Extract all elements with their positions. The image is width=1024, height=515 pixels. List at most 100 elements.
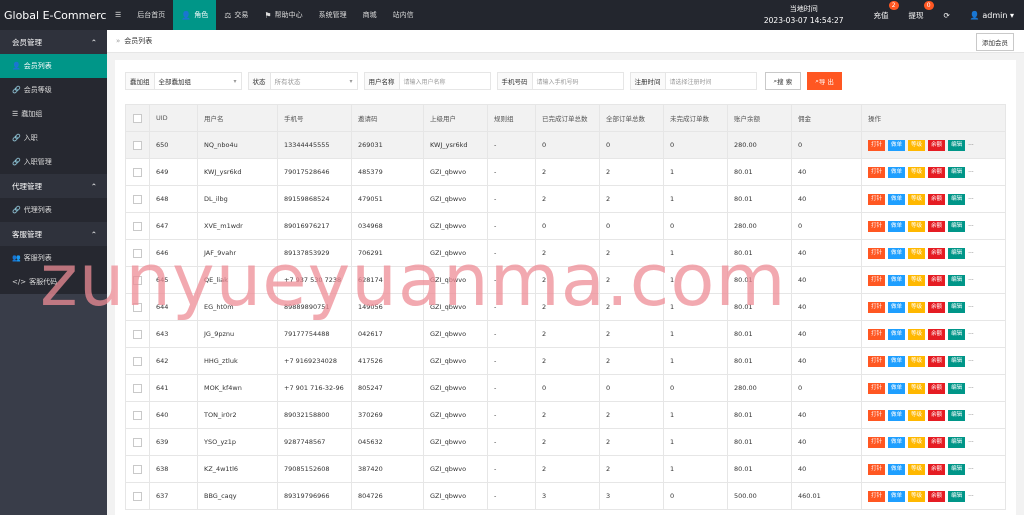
balance-button[interactable]: 余额 (928, 220, 946, 232)
sidebar-item-member-level[interactable]: 🔗 会员等级 (0, 78, 107, 102)
more-icon[interactable]: ··· (968, 385, 974, 392)
level-button[interactable]: 等级 (908, 355, 926, 367)
level-button[interactable]: 等级 (908, 274, 926, 286)
select-all-checkbox[interactable] (125, 104, 150, 132)
make-order-button[interactable]: 做单 (888, 355, 906, 367)
more-icon[interactable]: ··· (968, 304, 974, 311)
column-header[interactable]: UID (149, 104, 198, 132)
more-icon[interactable]: ··· (968, 223, 974, 230)
row-checkbox[interactable] (133, 383, 142, 393)
edit-button[interactable]: 编辑 (948, 382, 966, 394)
make-order-button[interactable]: 做单 (888, 274, 906, 286)
row-checkbox[interactable] (133, 464, 142, 474)
more-icon[interactable]: ··· (968, 358, 974, 365)
make-order-button[interactable]: 做单 (888, 193, 906, 205)
edit-button[interactable]: 编辑 (948, 490, 966, 502)
level-button[interactable]: 等级 (908, 139, 926, 151)
row-checkbox[interactable] (133, 248, 142, 258)
level-button[interactable]: 等级 (908, 301, 926, 313)
sidebar-item-stack-group[interactable]: ☰ 蠢加组 (0, 102, 107, 126)
nav-inbox[interactable]: 站内信 (385, 0, 422, 30)
row-checkbox[interactable] (133, 167, 142, 177)
balance-button[interactable]: 余额 (928, 409, 946, 421)
column-header[interactable]: 已完成订单总数 (535, 104, 600, 132)
edit-button[interactable]: 编辑 (948, 220, 966, 232)
more-icon[interactable]: ··· (968, 412, 974, 419)
sidebar-group-support[interactable]: 客服管理 ⌃ (0, 222, 107, 246)
balance-button[interactable]: 余额 (928, 193, 946, 205)
export-button[interactable]: ⌕ 导 出 (807, 72, 842, 90)
inject-button[interactable]: 打针 (868, 490, 886, 502)
level-button[interactable]: 等级 (908, 193, 926, 205)
edit-button[interactable]: 编辑 (948, 139, 966, 151)
edit-button[interactable]: 编辑 (948, 301, 966, 313)
search-button[interactable]: ⌕ 搜 索 (764, 72, 802, 90)
column-header[interactable]: 账户余额 (727, 104, 792, 132)
username-input[interactable]: 请输入用户名称 (400, 73, 490, 89)
balance-button[interactable]: 余额 (928, 490, 946, 502)
balance-button[interactable]: 余额 (928, 463, 946, 475)
make-order-button[interactable]: 做单 (888, 382, 906, 394)
more-icon[interactable]: ··· (968, 169, 974, 176)
nav-home[interactable]: 后台首页 (129, 0, 173, 30)
inject-button[interactable]: 打针 (868, 355, 886, 367)
withdraw-link[interactable]: 提现 0 (899, 0, 934, 21)
inject-button[interactable]: 打针 (868, 301, 886, 313)
row-checkbox[interactable] (133, 194, 142, 204)
sidebar-item-onboard-manage[interactable]: 🔗 入职管理 (0, 150, 107, 174)
edit-button[interactable]: 编辑 (948, 193, 966, 205)
group-select[interactable]: 全部蠢加组 ▾ (155, 73, 241, 89)
inject-button[interactable]: 打针 (868, 139, 886, 151)
inject-button[interactable]: 打针 (868, 436, 886, 448)
more-icon[interactable]: ··· (968, 277, 974, 284)
row-checkbox[interactable] (133, 221, 142, 231)
sidebar-group-agent[interactable]: 代理管理 ⌃ (0, 174, 107, 198)
phone-input[interactable]: 请输入手机号码 (533, 73, 623, 89)
make-order-button[interactable]: 做单 (888, 409, 906, 421)
sidebar-group-member[interactable]: 会员管理 ⌃ (0, 30, 107, 54)
edit-button[interactable]: 编辑 (948, 274, 966, 286)
recharge-link[interactable]: 充值 2 (864, 0, 899, 21)
balance-button[interactable]: 余额 (928, 274, 946, 286)
column-header[interactable]: 用户名 (197, 104, 278, 132)
sidebar-item-support-list[interactable]: 👥 客服列表 (0, 246, 107, 270)
checkbox[interactable] (133, 113, 142, 123)
make-order-button[interactable]: 做单 (888, 463, 906, 475)
refresh-icon[interactable]: ⟳ (934, 11, 960, 20)
make-order-button[interactable]: 做单 (888, 139, 906, 151)
level-button[interactable]: 等级 (908, 247, 926, 259)
column-header[interactable]: 未完成订单数 (663, 104, 728, 132)
balance-button[interactable]: 余额 (928, 355, 946, 367)
row-checkbox[interactable] (133, 302, 142, 312)
level-button[interactable]: 等级 (908, 463, 926, 475)
user-menu[interactable]: 👤 admin ▾ (960, 11, 1024, 20)
level-button[interactable]: 等级 (908, 382, 926, 394)
edit-button[interactable]: 编辑 (948, 355, 966, 367)
nav-role[interactable]: 👤 角色 (173, 0, 217, 30)
column-header[interactable]: 规则组 (487, 104, 536, 132)
inject-button[interactable]: 打针 (868, 382, 886, 394)
inject-button[interactable]: 打针 (868, 166, 886, 178)
row-checkbox[interactable] (133, 356, 142, 366)
level-button[interactable]: 等级 (908, 166, 926, 178)
status-select[interactable]: 所有状态 ▾ (271, 73, 357, 89)
add-member-button[interactable]: 添加会员 (976, 33, 1014, 51)
column-header[interactable]: 佣金 (791, 104, 862, 132)
make-order-button[interactable]: 做单 (888, 166, 906, 178)
balance-button[interactable]: 余额 (928, 301, 946, 313)
make-order-button[interactable]: 做单 (888, 220, 906, 232)
menu-toggle-icon[interactable]: ☰ (107, 0, 129, 30)
more-icon[interactable]: ··· (968, 196, 974, 203)
make-order-button[interactable]: 做单 (888, 490, 906, 502)
edit-button[interactable]: 编辑 (948, 409, 966, 421)
balance-button[interactable]: 余额 (928, 139, 946, 151)
balance-button[interactable]: 余额 (928, 382, 946, 394)
inject-button[interactable]: 打针 (868, 409, 886, 421)
balance-button[interactable]: 余额 (928, 166, 946, 178)
row-checkbox[interactable] (133, 275, 142, 285)
edit-button[interactable]: 编辑 (948, 463, 966, 475)
level-button[interactable]: 等级 (908, 328, 926, 340)
more-icon[interactable]: ··· (968, 466, 974, 473)
level-button[interactable]: 等级 (908, 220, 926, 232)
more-icon[interactable]: ··· (968, 439, 974, 446)
